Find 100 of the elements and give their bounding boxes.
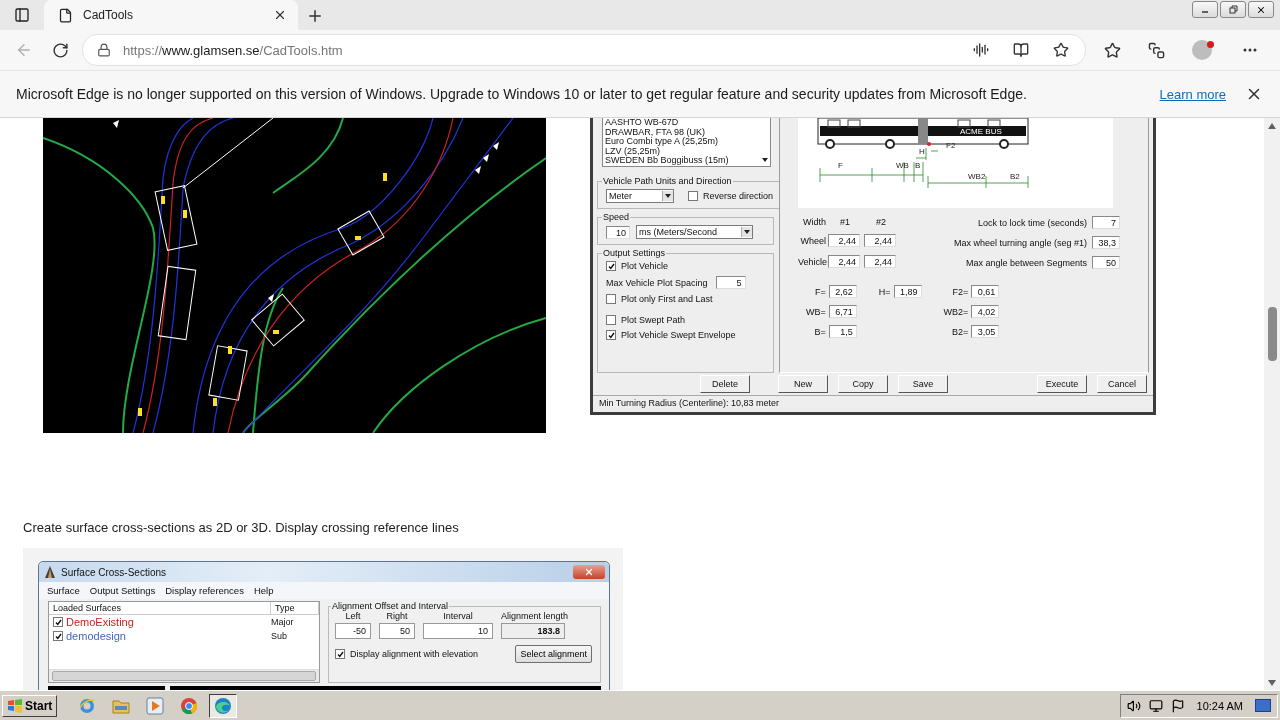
- checkbox-label: Display alignment with elevation: [350, 649, 479, 659]
- dimension-label: H: [919, 147, 925, 156]
- dialog-button[interactable]: Execute: [1037, 375, 1087, 393]
- edge-icon: [214, 696, 233, 715]
- number-field[interactable]: -50: [335, 623, 371, 639]
- browser-tab[interactable]: CadTools: [44, 0, 298, 30]
- number-field[interactable]: 50: [379, 623, 415, 639]
- speed-field[interactable]: 10: [606, 225, 630, 239]
- more-icon: [1243, 48, 1257, 52]
- learn-more-link[interactable]: Learn more: [1159, 86, 1226, 102]
- close-icon: [273, 8, 287, 22]
- scroll-thumb[interactable]: [1267, 307, 1277, 361]
- surface-name[interactable]: DemoExisting: [66, 616, 134, 628]
- dimension-label: F: [838, 161, 843, 170]
- width-field[interactable]: 2,44: [864, 234, 896, 248]
- vehicle-list[interactable]: AASHTO WB-67D DRAWBAR, FTA 98 (UK) Euro Combi type A (25,25m) LZV (25,25m) SWEDEN Bb Boggibuss (15m): [602, 118, 771, 167]
- dimension-field[interactable]: 1,5: [828, 325, 857, 338]
- list-item[interactable]: DRAWBAR, FTA 98 (UK): [605, 127, 758, 137]
- scroll-up-icon[interactable]: [1268, 123, 1276, 129]
- checkbox[interactable]: [53, 631, 63, 641]
- dimension-field[interactable]: 3,05: [971, 325, 1000, 338]
- url-text: https://www.glamsen.se/CadTools.htm: [123, 42, 344, 58]
- checkbox[interactable]: [335, 649, 345, 659]
- dimension-field[interactable]: 1,89: [893, 285, 922, 298]
- surface-name[interactable]: demodesign: [66, 630, 126, 642]
- field-label: Left: [344, 611, 362, 621]
- width-field[interactable]: 2,44: [864, 255, 896, 269]
- flag-icon[interactable]: [1170, 698, 1185, 713]
- dropdown-arrow-icon: [762, 158, 768, 162]
- stacked-squares-icon: [1147, 41, 1165, 59]
- checkbox[interactable]: [606, 315, 616, 325]
- dialog-button[interactable]: New: [778, 375, 828, 393]
- speed-unit-dropdown[interactable]: ms (Meters/Second: [636, 225, 753, 239]
- refresh-icon: [51, 41, 69, 59]
- row-label: Wheel: [799, 236, 826, 246]
- dialog-button[interactable]: Copy: [838, 375, 888, 393]
- checkbox[interactable]: [606, 261, 616, 271]
- horizontal-scrollbar[interactable]: [49, 669, 319, 682]
- dialog-button[interactable]: Save: [898, 375, 948, 393]
- status-text: Min Turning Radius (Centerline): 10,83 meter: [593, 395, 1153, 412]
- minimize-button[interactable]: [1192, 1, 1218, 18]
- checkbox-label: Plot Vehicle Swept Envelope: [621, 330, 736, 340]
- dimension-label: B: [915, 161, 921, 170]
- list-item[interactable]: AASHTO WB-67D: [605, 118, 758, 128]
- star-icon: [1053, 42, 1069, 58]
- number-field[interactable]: 38,3: [1092, 236, 1120, 249]
- menu-item[interactable]: Surface: [47, 585, 80, 596]
- restore-button[interactable]: [1220, 1, 1246, 18]
- field-label: B=: [814, 326, 826, 337]
- group-title: Vehicle Path Units and Direction: [602, 176, 733, 186]
- window-title: Surface Cross-Sections: [61, 566, 168, 578]
- menu-item[interactable]: Output Settings: [89, 585, 156, 596]
- width-field[interactable]: 2,44: [828, 234, 860, 248]
- dimension-field[interactable]: 0,61: [971, 285, 1000, 298]
- menu-item[interactable]: Display references: [165, 585, 244, 596]
- units-dropdown[interactable]: Meter: [606, 189, 674, 203]
- checkbox[interactable]: [606, 330, 616, 340]
- delete-button[interactable]: Delete: [700, 375, 750, 393]
- field-label: H=: [878, 286, 891, 297]
- column-header[interactable]: Loaded Surfaces: [49, 602, 271, 614]
- list-item[interactable]: LZV (25,25m): [605, 146, 758, 156]
- dimension-label: F2: [946, 141, 956, 150]
- book-icon: [1013, 42, 1029, 58]
- field-label: Lock to lock time (seconds): [976, 217, 1087, 228]
- checkbox[interactable]: [688, 191, 698, 201]
- checkbox-label: Reverse direction: [703, 191, 774, 201]
- list-item[interactable]: SWEDEN Bb Boggibuss (15m): [605, 156, 758, 166]
- number-field[interactable]: 7: [1092, 216, 1120, 229]
- column-header: #2: [875, 216, 887, 227]
- dimension-field[interactable]: 4,02: [971, 305, 1000, 318]
- plus-icon: [306, 7, 324, 25]
- field-label: Max Vehicle Plot Spacing: [606, 277, 708, 288]
- number-field[interactable]: 5: [715, 276, 746, 289]
- dimension-field[interactable]: 2,62: [828, 285, 857, 298]
- media-player-icon: [146, 696, 165, 715]
- speaker-icon[interactable]: [1126, 698, 1141, 713]
- column-header[interactable]: Type: [271, 602, 319, 614]
- start-button[interactable]: Start: [2, 694, 58, 717]
- dialog-button[interactable]: Cancel: [1097, 375, 1147, 393]
- restore-icon: [1228, 5, 1238, 14]
- address-bar[interactable]: https://www.glamsen.se/CadTools.htm: [82, 34, 1086, 66]
- select-alignment-button[interactable]: Select alignment: [515, 645, 592, 663]
- close-window-button[interactable]: [1248, 1, 1274, 18]
- dimension-field[interactable]: 6,71: [828, 305, 857, 318]
- group-title: Speed: [602, 212, 631, 222]
- menu-item[interactable]: Help: [253, 585, 274, 596]
- scroll-down-icon[interactable]: [1268, 680, 1276, 686]
- list-item[interactable]: Euro Combi type A (25,25m): [605, 137, 758, 147]
- dimension-label: B2: [1010, 172, 1020, 181]
- network-icon[interactable]: [1148, 698, 1163, 713]
- vertical-scrollbar[interactable]: [1264, 118, 1280, 690]
- number-field[interactable]: 10: [423, 623, 493, 639]
- number-field[interactable]: 50: [1092, 256, 1120, 269]
- field-label: Right: [385, 611, 409, 621]
- taskbar-app-button[interactable]: [209, 693, 238, 718]
- chrome-icon: [180, 696, 199, 715]
- checkbox[interactable]: [53, 617, 63, 627]
- checkbox[interactable]: [606, 294, 616, 304]
- folder-icon: [112, 697, 131, 714]
- width-field[interactable]: 2,44: [828, 255, 860, 269]
